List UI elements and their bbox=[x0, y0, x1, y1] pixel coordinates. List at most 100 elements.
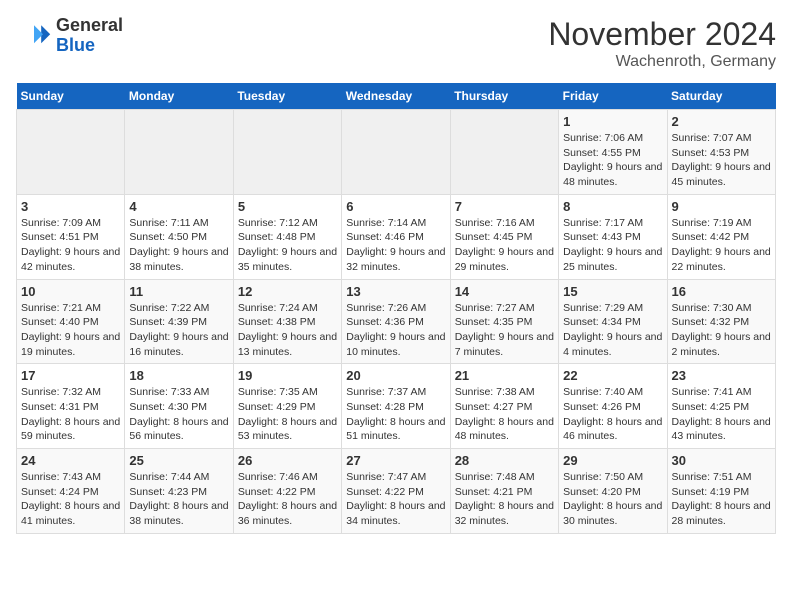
day-info: Sunrise: 7:19 AM Sunset: 4:42 PM Dayligh… bbox=[672, 216, 771, 275]
calendar-cell bbox=[17, 110, 125, 195]
day-info: Sunrise: 7:12 AM Sunset: 4:48 PM Dayligh… bbox=[238, 216, 337, 275]
day-number: 18 bbox=[129, 368, 228, 383]
day-info: Sunrise: 7:33 AM Sunset: 4:30 PM Dayligh… bbox=[129, 385, 228, 444]
calendar-cell: 15 Sunrise: 7:29 AM Sunset: 4:34 PM Dayli… bbox=[559, 279, 667, 364]
day-info: Sunrise: 7:17 AM Sunset: 4:43 PM Dayligh… bbox=[563, 216, 662, 275]
weekday-header-sunday: Sunday bbox=[17, 83, 125, 110]
calendar-cell bbox=[125, 110, 233, 195]
location-title: Wachenroth, Germany bbox=[548, 53, 776, 71]
month-title: November 2024 bbox=[548, 16, 776, 53]
weekday-header-friday: Friday bbox=[559, 83, 667, 110]
day-number: 20 bbox=[346, 368, 445, 383]
day-number: 9 bbox=[672, 199, 771, 214]
calendar-cell: 9 Sunrise: 7:19 AM Sunset: 4:42 PM Daylig… bbox=[667, 194, 775, 279]
calendar-cell: 16Sunrise: 7:30 AM Sunset: 4:32 PM Dayli… bbox=[667, 279, 775, 364]
weekday-header-tuesday: Tuesday bbox=[233, 83, 341, 110]
day-info: Sunrise: 7:26 AM Sunset: 4:36 PM Dayligh… bbox=[346, 301, 445, 360]
logo-icon bbox=[16, 18, 52, 54]
day-number: 26 bbox=[238, 453, 337, 468]
day-info: Sunrise: 7:22 AM Sunset: 4:39 PM Dayligh… bbox=[129, 301, 228, 360]
calendar-cell: 14 Sunrise: 7:27 AM Sunset: 4:35 PM Dayli… bbox=[450, 279, 558, 364]
calendar-cell: 3 Sunrise: 7:09 AM Sunset: 4:51 PM Daylig… bbox=[17, 194, 125, 279]
calendar-cell: 21Sunrise: 7:38 AM Sunset: 4:27 PM Dayli… bbox=[450, 364, 558, 449]
day-number: 5 bbox=[238, 199, 337, 214]
day-info: Sunrise: 7:29 AM Sunset: 4:34 PM Dayligh… bbox=[563, 301, 662, 360]
day-number: 10 bbox=[21, 284, 120, 299]
day-number: 25 bbox=[129, 453, 228, 468]
calendar-cell: 8 Sunrise: 7:17 AM Sunset: 4:43 PM Daylig… bbox=[559, 194, 667, 279]
calendar-cell: 22Sunrise: 7:40 AM Sunset: 4:26 PM Dayli… bbox=[559, 364, 667, 449]
day-info: Sunrise: 7:37 AM Sunset: 4:28 PM Dayligh… bbox=[346, 385, 445, 444]
calendar-cell: 19Sunrise: 7:35 AM Sunset: 4:29 PM Dayli… bbox=[233, 364, 341, 449]
day-number: 15 bbox=[563, 284, 662, 299]
weekday-header-monday: Monday bbox=[125, 83, 233, 110]
calendar-cell bbox=[233, 110, 341, 195]
calendar-cell: 23 Sunrise: 7:41 AM Sunset: 4:25 PM Dayli… bbox=[667, 364, 775, 449]
day-info: Sunrise: 7:32 AM Sunset: 4:31 PM Dayligh… bbox=[21, 385, 120, 444]
day-number: 13 bbox=[346, 284, 445, 299]
weekday-header-wednesday: Wednesday bbox=[342, 83, 450, 110]
calendar-cell: 10 Sunrise: 7:21 AM Sunset: 4:40 PM Dayli… bbox=[17, 279, 125, 364]
weekday-header-row: SundayMondayTuesdayWednesdayThursdayFrid… bbox=[17, 83, 776, 110]
logo-blue: Blue bbox=[56, 35, 95, 55]
week-row-4: 17Sunrise: 7:32 AM Sunset: 4:31 PM Dayli… bbox=[17, 364, 776, 449]
day-number: 23 bbox=[672, 368, 771, 383]
calendar-cell: 28Sunrise: 7:48 AM Sunset: 4:21 PM Dayli… bbox=[450, 449, 558, 534]
day-info: Sunrise: 7:27 AM Sunset: 4:35 PM Dayligh… bbox=[455, 301, 554, 360]
day-info: Sunrise: 7:16 AM Sunset: 4:45 PM Dayligh… bbox=[455, 216, 554, 275]
day-info: Sunrise: 7:14 AM Sunset: 4:46 PM Dayligh… bbox=[346, 216, 445, 275]
day-info: Sunrise: 7:11 AM Sunset: 4:50 PM Dayligh… bbox=[129, 216, 228, 275]
week-row-1: 1 Sunrise: 7:06 AM Sunset: 4:55 PM Daylig… bbox=[17, 110, 776, 195]
day-info: Sunrise: 7:24 AM Sunset: 4:38 PM Dayligh… bbox=[238, 301, 337, 360]
day-number: 24 bbox=[21, 453, 120, 468]
day-info: Sunrise: 7:44 AM Sunset: 4:23 PM Dayligh… bbox=[129, 470, 228, 529]
day-info: Sunrise: 7:46 AM Sunset: 4:22 PM Dayligh… bbox=[238, 470, 337, 529]
day-info: Sunrise: 7:51 AM Sunset: 4:19 PM Dayligh… bbox=[672, 470, 771, 529]
calendar-cell: 30 Sunrise: 7:51 AM Sunset: 4:19 PM Dayli… bbox=[667, 449, 775, 534]
calendar-cell: 17Sunrise: 7:32 AM Sunset: 4:31 PM Dayli… bbox=[17, 364, 125, 449]
calendar-cell: 4 Sunrise: 7:11 AM Sunset: 4:50 PM Daylig… bbox=[125, 194, 233, 279]
calendar-cell: 24 Sunrise: 7:43 AM Sunset: 4:24 PM Dayli… bbox=[17, 449, 125, 534]
day-number: 1 bbox=[563, 114, 662, 129]
calendar-body: 1 Sunrise: 7:06 AM Sunset: 4:55 PM Daylig… bbox=[17, 110, 776, 534]
day-info: Sunrise: 7:06 AM Sunset: 4:55 PM Dayligh… bbox=[563, 131, 662, 190]
day-info: Sunrise: 7:47 AM Sunset: 4:22 PM Dayligh… bbox=[346, 470, 445, 529]
day-number: 6 bbox=[346, 199, 445, 214]
calendar-cell: 29Sunrise: 7:50 AM Sunset: 4:20 PM Dayli… bbox=[559, 449, 667, 534]
weekday-header-saturday: Saturday bbox=[667, 83, 775, 110]
calendar-cell: 2 Sunrise: 7:07 AM Sunset: 4:53 PM Daylig… bbox=[667, 110, 775, 195]
page-header: General Blue November 2024 Wachenroth, G… bbox=[16, 16, 776, 71]
day-number: 11 bbox=[129, 284, 228, 299]
logo-general: General bbox=[56, 15, 123, 35]
day-info: Sunrise: 7:50 AM Sunset: 4:20 PM Dayligh… bbox=[563, 470, 662, 529]
calendar-cell: 12Sunrise: 7:24 AM Sunset: 4:38 PM Dayli… bbox=[233, 279, 341, 364]
day-info: Sunrise: 7:07 AM Sunset: 4:53 PM Dayligh… bbox=[672, 131, 771, 190]
week-row-3: 10 Sunrise: 7:21 AM Sunset: 4:40 PM Dayli… bbox=[17, 279, 776, 364]
day-number: 16 bbox=[672, 284, 771, 299]
day-info: Sunrise: 7:40 AM Sunset: 4:26 PM Dayligh… bbox=[563, 385, 662, 444]
day-info: Sunrise: 7:09 AM Sunset: 4:51 PM Dayligh… bbox=[21, 216, 120, 275]
title-area: November 2024 Wachenroth, Germany bbox=[548, 16, 776, 71]
calendar-cell: 11 Sunrise: 7:22 AM Sunset: 4:39 PM Dayli… bbox=[125, 279, 233, 364]
calendar-cell: 5 Sunrise: 7:12 AM Sunset: 4:48 PM Daylig… bbox=[233, 194, 341, 279]
day-info: Sunrise: 7:21 AM Sunset: 4:40 PM Dayligh… bbox=[21, 301, 120, 360]
calendar-cell: 13 Sunrise: 7:26 AM Sunset: 4:36 PM Dayli… bbox=[342, 279, 450, 364]
calendar-cell: 1 Sunrise: 7:06 AM Sunset: 4:55 PM Daylig… bbox=[559, 110, 667, 195]
day-number: 4 bbox=[129, 199, 228, 214]
day-number: 2 bbox=[672, 114, 771, 129]
week-row-2: 3 Sunrise: 7:09 AM Sunset: 4:51 PM Daylig… bbox=[17, 194, 776, 279]
weekday-header-thursday: Thursday bbox=[450, 83, 558, 110]
day-info: Sunrise: 7:41 AM Sunset: 4:25 PM Dayligh… bbox=[672, 385, 771, 444]
calendar-cell: 18 Sunrise: 7:33 AM Sunset: 4:30 PM Dayli… bbox=[125, 364, 233, 449]
calendar-table: SundayMondayTuesdayWednesdayThursdayFrid… bbox=[16, 83, 776, 534]
calendar-cell bbox=[342, 110, 450, 195]
day-number: 3 bbox=[21, 199, 120, 214]
calendar-cell: 6 Sunrise: 7:14 AM Sunset: 4:46 PM Daylig… bbox=[342, 194, 450, 279]
day-number: 8 bbox=[563, 199, 662, 214]
day-info: Sunrise: 7:43 AM Sunset: 4:24 PM Dayligh… bbox=[21, 470, 120, 529]
day-number: 30 bbox=[672, 453, 771, 468]
calendar-cell: 7Sunrise: 7:16 AM Sunset: 4:45 PM Daylig… bbox=[450, 194, 558, 279]
day-number: 14 bbox=[455, 284, 554, 299]
day-number: 19 bbox=[238, 368, 337, 383]
calendar-cell: 20 Sunrise: 7:37 AM Sunset: 4:28 PM Dayli… bbox=[342, 364, 450, 449]
